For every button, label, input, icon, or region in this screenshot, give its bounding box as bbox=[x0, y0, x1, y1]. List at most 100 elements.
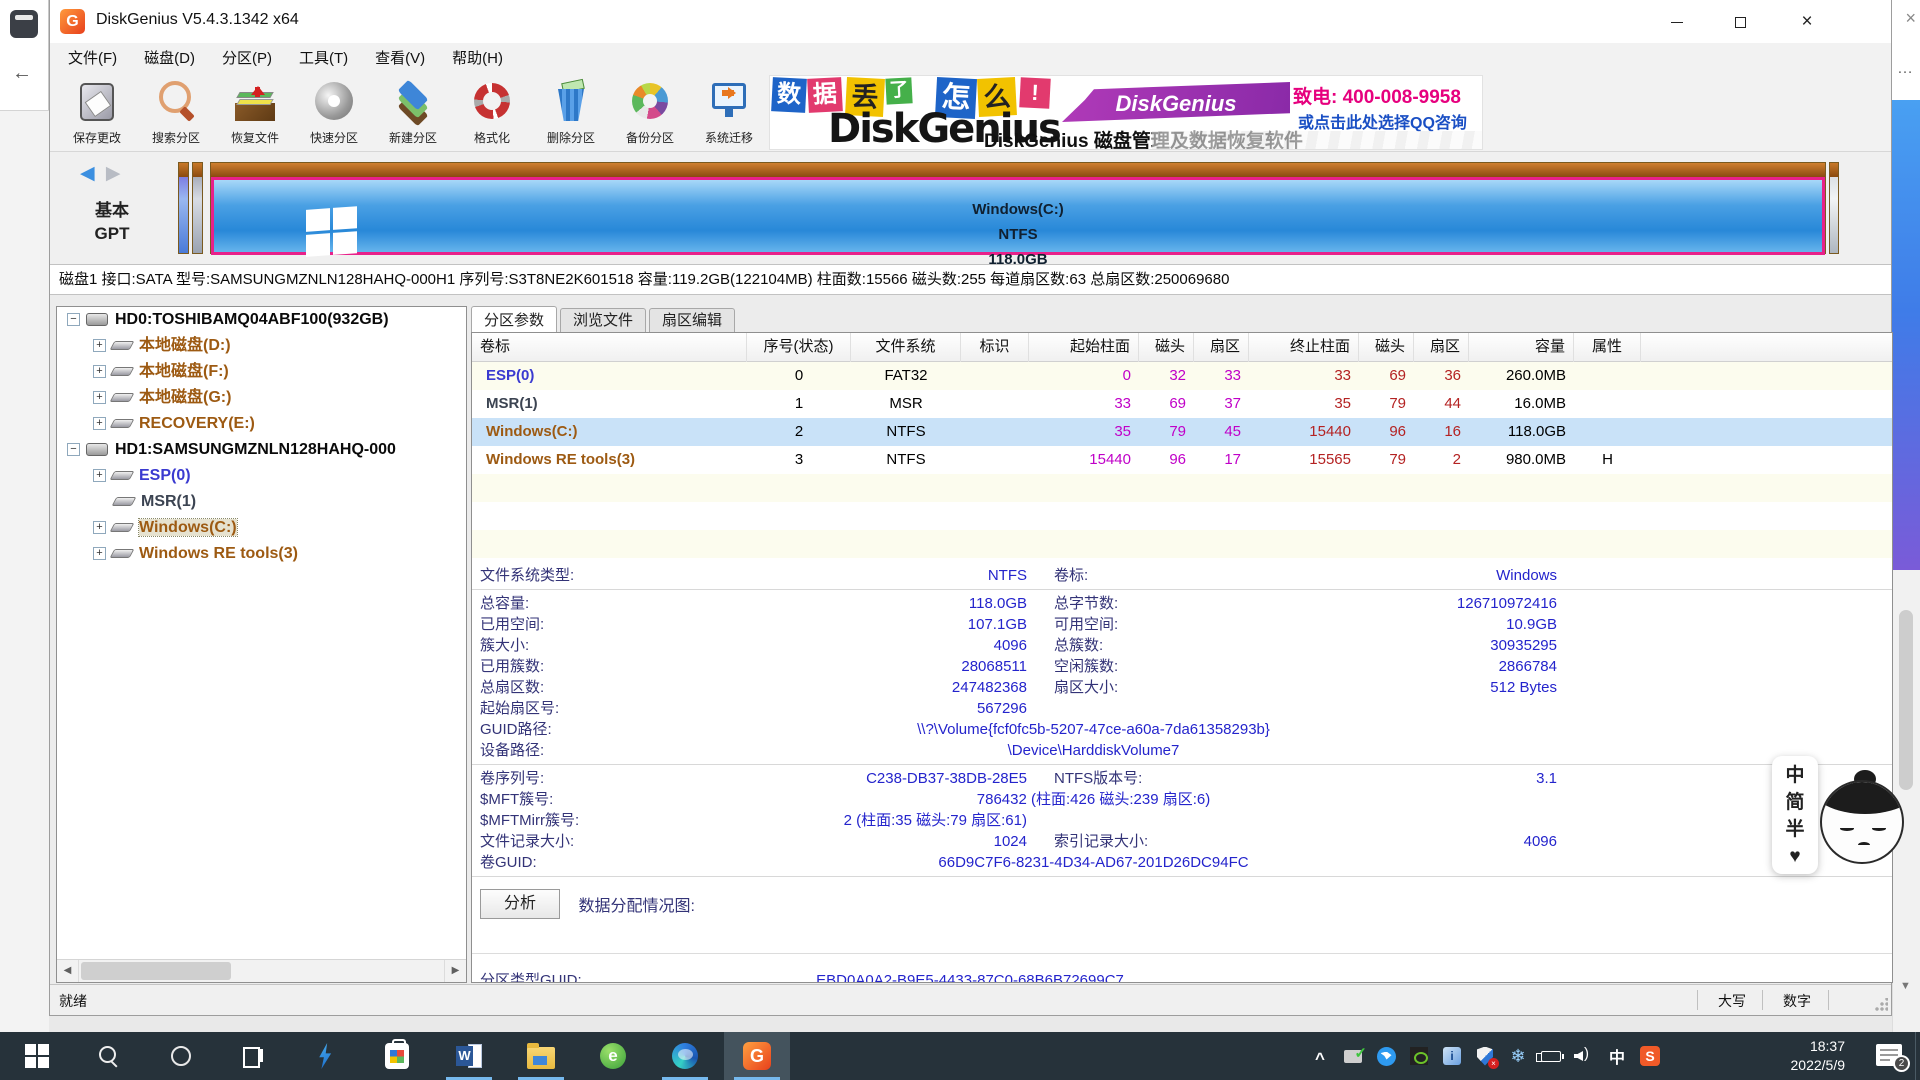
tab-2[interactable]: 扇区编辑 bbox=[649, 308, 735, 332]
table-row-windows-re-tools-3-[interactable]: Windows RE tools(3)3NTFS1544096171556579… bbox=[472, 446, 1892, 474]
tray-volume-icon[interactable] bbox=[1574, 1046, 1594, 1066]
menu-item-4[interactable]: 查看(V) bbox=[366, 43, 434, 72]
tree-item-hd0-toshibamq04abf100-932gb-[interactable]: −HD0:TOSHIBAMQ04ABF100(932GB) bbox=[57, 307, 466, 333]
windows-c-partition-bar[interactable]: Windows(C:) NTFS 118.0GB bbox=[210, 162, 1826, 254]
notification-center-icon[interactable]: 2 bbox=[1876, 1044, 1902, 1066]
start-button[interactable] bbox=[4, 1032, 70, 1080]
tray-snowflake-icon[interactable]: ❄ bbox=[1508, 1046, 1528, 1066]
scroll-right-icon[interactable]: ▶ bbox=[444, 960, 466, 982]
toolbar-button-2[interactable]: 恢复文件 bbox=[214, 76, 296, 148]
toolbar-button-1[interactable]: 搜索分区 bbox=[135, 76, 217, 148]
column-header-7[interactable]: 终止柱面 bbox=[1249, 333, 1359, 362]
msr-partition-bar[interactable] bbox=[192, 162, 203, 254]
column-header-11[interactable]: 属性 bbox=[1574, 333, 1641, 362]
column-header-6[interactable]: 扇区 bbox=[1194, 333, 1249, 362]
edge-app-button[interactable] bbox=[652, 1032, 718, 1080]
menu-item-0[interactable]: 文件(F) bbox=[59, 43, 126, 72]
word-app-button[interactable]: W bbox=[436, 1032, 502, 1080]
tree-item--f-[interactable]: +本地磁盘(F:) bbox=[57, 359, 466, 385]
tray-power-icon[interactable] bbox=[1541, 1046, 1561, 1066]
close-button[interactable]: × bbox=[1783, 0, 1831, 43]
diskgenius-app-button[interactable]: G bbox=[724, 1032, 790, 1080]
expand-icon[interactable]: + bbox=[93, 417, 106, 430]
toolbar-button-5[interactable]: 格式化 bbox=[451, 76, 533, 148]
expand-icon[interactable]: + bbox=[93, 365, 106, 378]
column-header-0[interactable]: 卷标 bbox=[472, 333, 747, 362]
toolbar-button-7[interactable]: 备份分区 bbox=[609, 76, 691, 148]
store-app-button[interactable] bbox=[364, 1032, 430, 1080]
file-explorer-button[interactable] bbox=[508, 1032, 574, 1080]
toolbar-button-6[interactable]: 删除分区 bbox=[530, 76, 612, 148]
expand-icon[interactable]: + bbox=[93, 339, 106, 352]
task-view-button[interactable] bbox=[220, 1032, 286, 1080]
column-header-3[interactable]: 标识 bbox=[961, 333, 1029, 362]
column-header-4[interactable]: 起始柱面 bbox=[1029, 333, 1139, 362]
background-more-icon[interactable]: … bbox=[1897, 60, 1914, 78]
re-tools-partition-bar[interactable] bbox=[1829, 162, 1839, 254]
ime-status-panel[interactable]: 中简半♥ bbox=[1772, 756, 1818, 874]
resize-grip[interactable] bbox=[1874, 998, 1888, 1012]
maximize-button[interactable] bbox=[1716, 0, 1764, 43]
table-row-msr-1-[interactable]: MSR(1)1MSR33693735794416.0MB bbox=[472, 390, 1892, 418]
tray-security-shield-icon[interactable]: × bbox=[1475, 1046, 1495, 1066]
analyze-button[interactable]: 分析 bbox=[480, 889, 560, 919]
column-header-2[interactable]: 文件系统 bbox=[851, 333, 961, 362]
expand-icon[interactable]: + bbox=[93, 391, 106, 404]
tray-dingtalk-icon[interactable] bbox=[1376, 1046, 1396, 1066]
tray-sogou-icon[interactable]: S bbox=[1640, 1046, 1660, 1066]
column-header-9[interactable]: 扇区 bbox=[1414, 333, 1469, 362]
table-row-esp-0-[interactable]: ESP(0)0FAT3203233336936260.0MB bbox=[472, 362, 1892, 390]
promo-banner[interactable]: !么怎了丢据数 DiskGenius DiskGenius 致电: 400-00… bbox=[769, 75, 1483, 150]
menu-item-5[interactable]: 帮助(H) bbox=[443, 43, 512, 72]
tree-item-windows-re-tools-3-[interactable]: +Windows RE tools(3) bbox=[57, 541, 466, 567]
column-header-1[interactable]: 序号(状态) bbox=[747, 333, 851, 362]
ime-mode-3[interactable]: ♥ bbox=[1772, 843, 1818, 870]
expand-icon[interactable]: + bbox=[93, 547, 106, 560]
tree-item-msr-1-[interactable]: MSR(1) bbox=[57, 489, 466, 515]
collapse-icon[interactable]: − bbox=[67, 313, 80, 326]
tab-0[interactable]: 分区参数 bbox=[471, 306, 557, 332]
browser-360-button[interactable]: e bbox=[580, 1032, 646, 1080]
tray-nvidia-icon[interactable] bbox=[1409, 1046, 1429, 1066]
minimize-button[interactable] bbox=[1653, 0, 1701, 43]
search-button[interactable] bbox=[76, 1032, 142, 1080]
tree-item--g-[interactable]: +本地磁盘(G:) bbox=[57, 385, 466, 411]
expand-icon[interactable]: + bbox=[93, 521, 106, 534]
flash-app-button[interactable] bbox=[292, 1032, 358, 1080]
expand-icon[interactable]: + bbox=[93, 469, 106, 482]
table-row-windows-c-[interactable]: Windows(C:)2NTFS357945154409616118.0GB bbox=[472, 418, 1892, 446]
sogou-ime-widget[interactable]: 中简半♥ bbox=[1772, 756, 1902, 876]
scrollbar-thumb[interactable] bbox=[81, 962, 231, 980]
ime-mode-2[interactable]: 半 bbox=[1772, 816, 1818, 843]
collapse-icon[interactable]: − bbox=[67, 443, 80, 456]
next-disk-icon[interactable]: ▶ bbox=[106, 163, 121, 184]
toolbar-button-3[interactable]: 快速分区 bbox=[293, 76, 375, 148]
scroll-left-icon[interactable]: ◀ bbox=[57, 960, 79, 982]
tray-printer-icon[interactable] bbox=[1343, 1046, 1363, 1066]
prev-disk-icon[interactable]: ◀ bbox=[80, 163, 95, 184]
tray-chevron-up-icon[interactable]: ^ bbox=[1310, 1046, 1330, 1066]
menu-item-2[interactable]: 分区(P) bbox=[213, 43, 281, 72]
cortana-button[interactable] bbox=[148, 1032, 214, 1080]
column-header-5[interactable]: 磁头 bbox=[1139, 333, 1194, 362]
tree-item-recovery-e-[interactable]: +RECOVERY(E:) bbox=[57, 411, 466, 437]
back-arrow-icon[interactable]: ← bbox=[12, 62, 32, 85]
toolbar-button-4[interactable]: 新建分区 bbox=[372, 76, 454, 148]
show-desktop-button[interactable] bbox=[1915, 1032, 1920, 1080]
taskbar-clock[interactable]: 18:37 2022/5/9 bbox=[1755, 1037, 1845, 1075]
esp-partition-bar[interactable] bbox=[178, 162, 189, 254]
tree-horizontal-scrollbar[interactable]: ◀ ▶ bbox=[57, 959, 466, 982]
toolbar-button-0[interactable]: 保存更改 bbox=[56, 76, 138, 148]
tree-item-windows-c-[interactable]: +Windows(C:) bbox=[57, 515, 466, 541]
ime-mode-0[interactable]: 中 bbox=[1772, 762, 1818, 789]
banner-qq-link[interactable]: 或点击此处选择QQ咨询 bbox=[1298, 109, 1483, 133]
scroll-down-icon[interactable]: ▼ bbox=[1900, 980, 1911, 992]
menu-item-1[interactable]: 磁盘(D) bbox=[135, 43, 204, 72]
tray-intel-graphics-icon[interactable]: i bbox=[1442, 1046, 1462, 1066]
column-header-10[interactable]: 容量 bbox=[1469, 333, 1574, 362]
background-close-icon[interactable]: × bbox=[1905, 8, 1916, 29]
tree-item-esp-0-[interactable]: +ESP(0) bbox=[57, 463, 466, 489]
tree-item--d-[interactable]: +本地磁盘(D:) bbox=[57, 333, 466, 359]
toolbar-button-8[interactable]: 系统迁移 bbox=[688, 76, 770, 148]
tree-item-hd1-samsungmznln128hahq-000[interactable]: −HD1:SAMSUNGMZNLN128HAHQ-000 bbox=[57, 437, 466, 463]
